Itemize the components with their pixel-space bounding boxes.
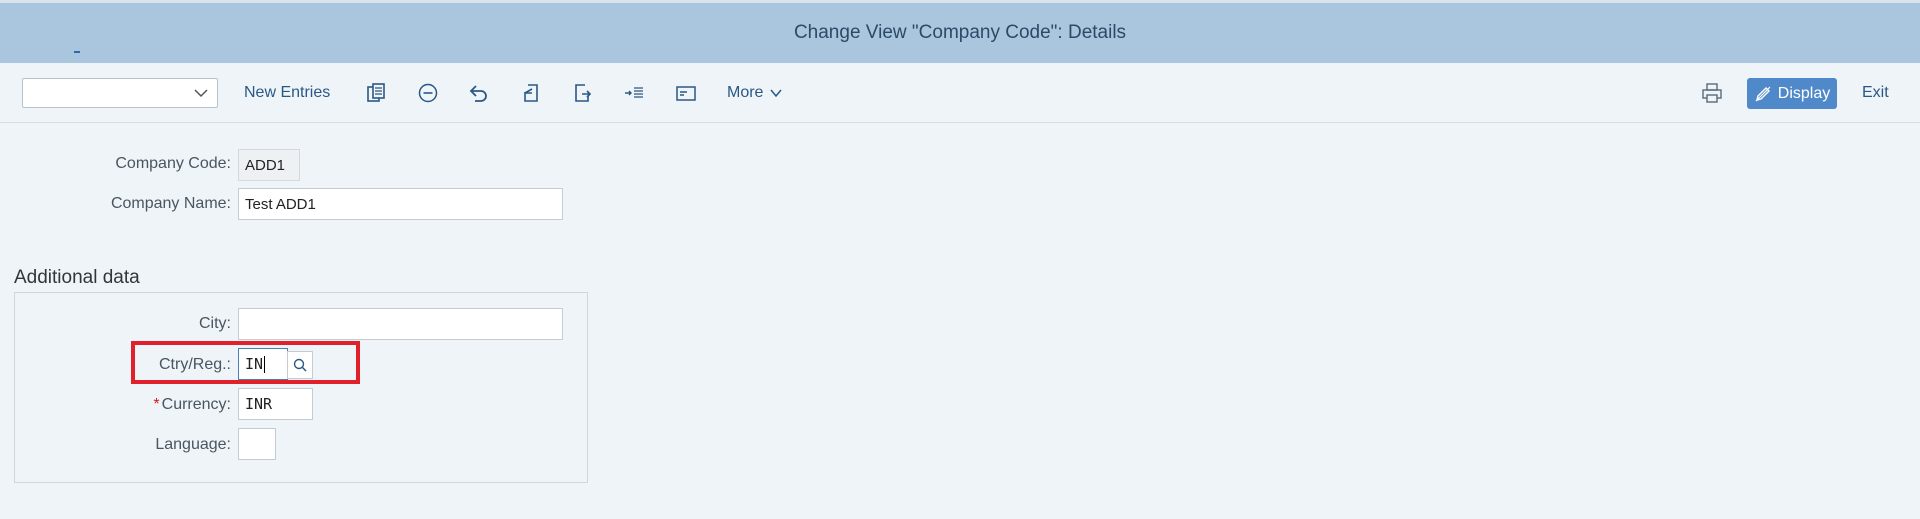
print-button[interactable] (1695, 78, 1729, 108)
indent-icon (625, 87, 643, 98)
screen-icon (676, 86, 696, 101)
currency-input[interactable]: INR (238, 388, 313, 420)
display-label: Display (1777, 84, 1831, 102)
application-toolbar: New Entries More Display Exit (0, 63, 1920, 123)
language-label: Language: (155, 436, 231, 453)
new-entries-button[interactable]: New Entries (244, 78, 330, 108)
undo-button[interactable] (462, 78, 496, 108)
indent-button[interactable] (617, 78, 651, 108)
more-label: More (727, 84, 764, 101)
screen-button[interactable] (669, 78, 703, 108)
language-input[interactable] (238, 428, 276, 460)
previous-entry-button[interactable] (514, 78, 548, 108)
display-edit-icon (1755, 86, 1771, 101)
company-code-field: ADD1 (238, 149, 300, 181)
display-button[interactable]: Display (1747, 78, 1837, 109)
company-code-value: ADD1 (245, 156, 286, 174)
company-name-label: Company Name: (110, 195, 231, 212)
window-title: Change View "Company Code": Details (793, 22, 1127, 43)
company-code-label: Company Code: (115, 155, 231, 172)
title-bar: Change View "Company Code": Details (0, 3, 1920, 63)
variant-dropdown[interactable] (22, 78, 218, 108)
city-input[interactable] (238, 308, 563, 340)
undo-icon (469, 85, 487, 102)
chevron-down-icon (194, 89, 208, 98)
currency-label: * Currency: (11, 396, 231, 414)
copy-as-button[interactable] (359, 78, 393, 108)
print-icon (1702, 83, 1722, 103)
company-name-input[interactable]: Test ADD1 (238, 188, 563, 220)
next-entry-icon (575, 84, 592, 102)
additional-data-title: Additional data (14, 267, 140, 288)
new-entries-label: New Entries (244, 84, 331, 101)
currency-value: INR (245, 395, 273, 413)
more-menu-button[interactable]: More (727, 78, 783, 108)
currency-label-text: Currency: (161, 396, 231, 413)
exit-label: Exit (1862, 84, 1889, 101)
delete-icon (418, 83, 438, 103)
exit-button[interactable]: Exit (1862, 78, 1889, 108)
required-marker: * (153, 396, 160, 413)
chevron-down-icon (770, 89, 783, 98)
delete-button[interactable] (411, 78, 445, 108)
highlight-box (131, 341, 360, 384)
copy-icon (367, 83, 385, 102)
title-bar-mark (74, 51, 80, 53)
previous-entry-icon (524, 84, 538, 102)
next-entry-button[interactable] (565, 78, 599, 108)
city-label: City: (199, 315, 231, 332)
company-name-value: Test ADD1 (245, 195, 316, 213)
